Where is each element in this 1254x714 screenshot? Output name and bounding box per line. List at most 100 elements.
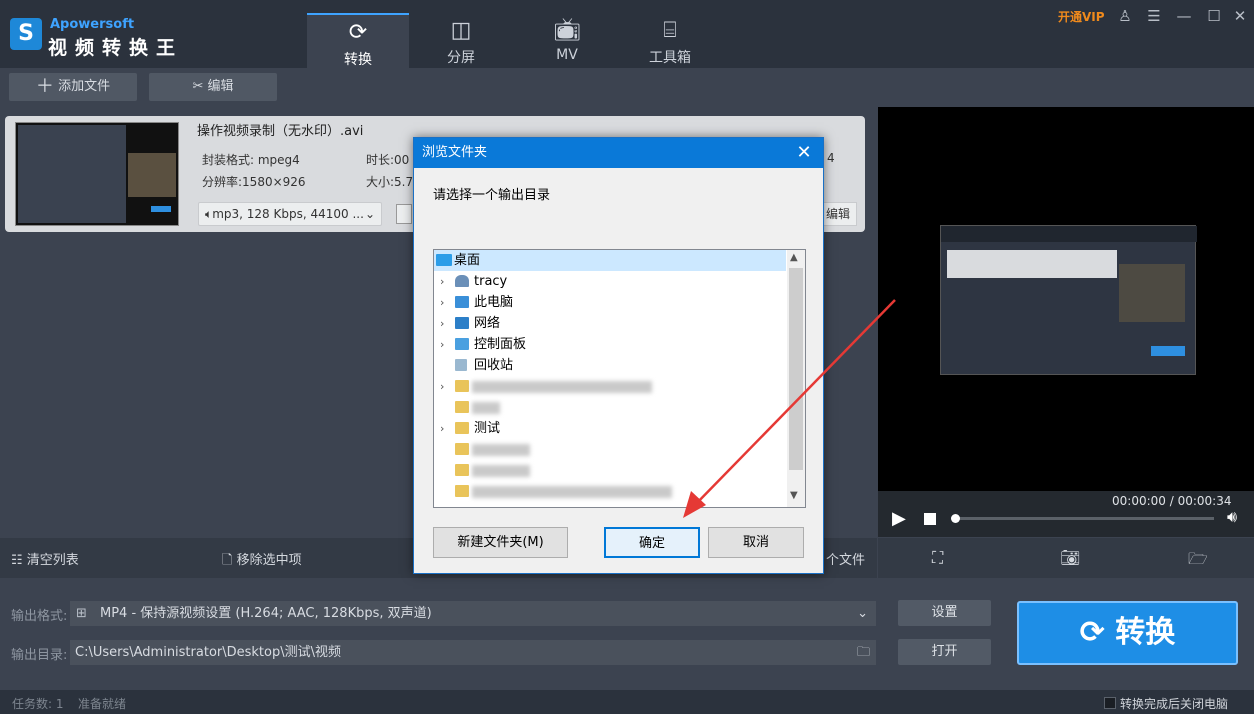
app-logo-icon: S <box>10 18 42 50</box>
video-thumbnail <box>15 122 179 226</box>
play-icon[interactable]: ▶ <box>892 508 906 529</box>
edit-label: 编辑 <box>207 79 234 94</box>
folder-icon <box>455 422 469 434</box>
edit-button[interactable]: ✂ 编辑 <box>149 73 277 101</box>
task-count: 任务数: 1 <box>12 697 64 711</box>
shutdown-label: 转换完成后关闭电脑 <box>1120 697 1229 711</box>
status-text: 准备就绪 <box>78 697 127 711</box>
cancel-button[interactable]: 取消 <box>708 527 804 558</box>
file-count-partial: 个文件 <box>826 553 866 568</box>
open-button[interactable]: 打开 <box>898 639 991 665</box>
tree-label: tracy <box>474 274 508 289</box>
tree-item-redacted[interactable] <box>434 397 786 418</box>
network-icon <box>455 317 469 329</box>
crop-icon[interactable]: ⛶ <box>932 548 943 568</box>
browse-folder-icon[interactable]: 🗀 <box>857 640 870 665</box>
volume-icon[interactable]: 🔊︎ <box>1227 507 1237 527</box>
camera-icon[interactable]: 📷︎ <box>1060 548 1080 567</box>
tree-item-redacted[interactable] <box>434 481 786 502</box>
user-icon <box>455 275 469 287</box>
tree-item-redacted[interactable] <box>434 460 786 481</box>
tree-item-redacted[interactable]: › <box>434 376 786 397</box>
tree-item-network[interactable]: › 网络 <box>434 313 786 334</box>
dialog-prompt: 请选择一个输出目录 <box>433 188 551 203</box>
redacted-label <box>472 444 530 456</box>
output-format-select[interactable]: ⊞ MP4 - 保持源视频设置 (H.264; AAC, 128Kbps, 双声… <box>70 601 876 626</box>
subtitle-icon[interactable] <box>396 204 412 224</box>
folder-open-icon[interactable]: 🗁 <box>1188 548 1208 575</box>
tab-toolbox[interactable]: ⌸ 工具箱 <box>619 13 721 68</box>
vip-link[interactable]: 开通VIP <box>1058 8 1105 25</box>
clear-list-button[interactable]: ☷ 清空列表 <box>11 549 79 568</box>
tab-split-screen[interactable]: ◫ 分屏 <box>410 13 512 68</box>
tree-item-this-pc[interactable]: › 此电脑 <box>434 292 786 313</box>
scroll-up-icon[interactable]: ▲ <box>790 252 798 263</box>
timecode: 00:00:00 / 00:00:34 <box>1112 494 1232 508</box>
chevron-down-icon: ⌄ <box>857 606 868 621</box>
folder-icon <box>455 401 469 413</box>
file-edit-button[interactable]: 编辑 <box>819 202 857 226</box>
folder-icon <box>455 464 469 476</box>
scrollbar-thumb[interactable] <box>789 268 803 470</box>
chevron-right-icon[interactable]: › <box>440 292 450 313</box>
dialog-title: 浏览文件夹 <box>414 138 823 168</box>
new-folder-button[interactable]: 新建文件夹(M) <box>433 527 568 558</box>
scroll-down-icon[interactable]: ▼ <box>790 490 798 501</box>
stop-icon[interactable] <box>924 513 936 525</box>
shutdown-checkbox[interactable] <box>1104 697 1116 709</box>
tree-item-tracy[interactable]: › tracy <box>434 271 786 292</box>
audio-track-value: mp3, 128 Kbps, 44100 ... <box>212 207 364 221</box>
folder-tree[interactable]: 桌面 › tracy › 此电脑 › 网络 › 控制面板 回收站 › › 测试 … <box>433 249 806 508</box>
duration: 时长:00 <box>366 153 410 167</box>
chevron-right-icon[interactable]: › <box>440 418 450 439</box>
tree-item-test[interactable]: › 测试 <box>434 418 786 439</box>
tab-mv[interactable]: 📺︎ MV <box>516 13 618 68</box>
maximize-icon[interactable]: ☐ <box>1203 6 1225 26</box>
clear-list-label: 清空列表 <box>26 553 79 568</box>
app-title: 视频转换王 <box>48 37 184 59</box>
redacted-label <box>472 465 530 477</box>
add-file-button[interactable]: ＋ 添加文件 <box>9 73 137 101</box>
user-icon[interactable]: ♙ <box>1114 6 1136 26</box>
remove-selected-button[interactable]: 🗋︎ 移除选中项 <box>222 549 302 573</box>
redacted-label <box>472 486 672 498</box>
tab-label: 转换 <box>344 52 372 68</box>
tab-label: 工具箱 <box>649 50 691 66</box>
folder-icon <box>455 485 469 497</box>
output-format-value: MP4 - 保持源视频设置 (H.264; AAC, 128Kbps, 双声道) <box>100 606 432 621</box>
convert-button[interactable]: ⟳ 转换 <box>1017 601 1238 665</box>
plus-icon: ＋ <box>35 76 54 97</box>
menu-icon[interactable]: ☰ <box>1143 6 1165 26</box>
tab-convert[interactable]: ⟳ 转换 <box>307 13 409 68</box>
browse-folder-dialog: 浏览文件夹 ✕ 请选择一个输出目录 桌面 › tracy › 此电脑 › 网络 … <box>413 137 824 574</box>
chevron-right-icon[interactable]: › <box>440 271 450 292</box>
chevron-right-icon[interactable]: › <box>440 313 450 334</box>
tree-item-desktop[interactable]: 桌面 <box>434 250 786 271</box>
tree-item-redacted[interactable] <box>434 439 786 460</box>
tree-item-control-panel[interactable]: › 控制面板 <box>434 334 786 355</box>
resolution: 分辨率:1580×926 <box>202 175 306 189</box>
file-name: 操作视频录制（无水印）.avi <box>197 124 364 139</box>
toolbox-icon: ⌸ <box>663 18 677 43</box>
seek-bar[interactable] <box>954 517 1214 520</box>
tree-label: 测试 <box>474 421 501 436</box>
audio-track-select[interactable]: 🔈︎mp3, 128 Kbps, 44100 ... ⌄ <box>198 202 382 226</box>
chevron-down-icon: ⌄ <box>364 207 375 221</box>
split-screen-icon: ◫ <box>450 18 472 43</box>
output-dir-label: 输出目录: <box>11 648 68 663</box>
close-icon[interactable]: ✕ <box>793 142 815 164</box>
settings-button[interactable]: 设置 <box>898 600 991 626</box>
video-preview <box>878 107 1254 491</box>
desktop-icon <box>436 254 452 266</box>
ok-button[interactable]: 确定 <box>604 527 700 558</box>
chevron-right-icon[interactable]: › <box>440 376 450 397</box>
seek-handle[interactable] <box>951 514 960 523</box>
folder-icon <box>455 443 469 455</box>
output-format-label: 输出格式: <box>11 609 68 624</box>
minimize-icon[interactable]: — <box>1173 6 1195 26</box>
tree-item-recycle-bin[interactable]: 回收站 <box>434 355 786 376</box>
container-format: 封装格式: mpeg4 <box>202 153 300 167</box>
chevron-right-icon[interactable]: › <box>440 334 450 355</box>
output-dir-field[interactable]: C:\Users\Administrator\Desktop\测试\视频 🗀 <box>70 640 876 665</box>
close-icon[interactable]: ✕ <box>1229 6 1251 26</box>
